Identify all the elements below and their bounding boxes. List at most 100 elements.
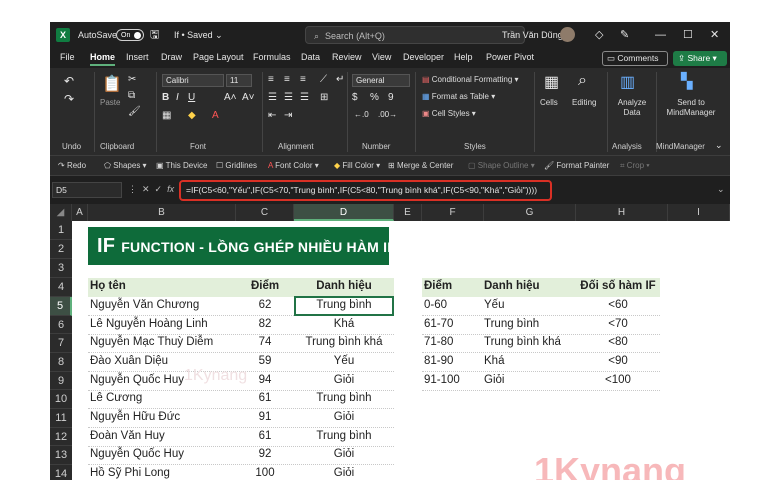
align-middle-icon[interactable]: ≡ [284,74,290,85]
select-all-corner[interactable]: ◢ [50,204,72,221]
col-header-h[interactable]: H [576,204,668,221]
row-header-3[interactable]: 3 [50,259,72,278]
col-header-d[interactable]: D [294,204,394,221]
decrease-decimal-icon[interactable]: .00→ [378,110,397,119]
avatar[interactable] [560,27,575,42]
currency-icon[interactable]: $ [352,92,358,103]
row-header-7[interactable]: 7 [50,334,72,353]
grow-font-icon[interactable]: A˄ [224,92,237,103]
qa-this-device[interactable]: ▣ This Device [156,161,207,170]
ref-header-cell[interactable]: Đối số hàm IF [576,280,660,292]
row-header-4[interactable]: 4 [50,278,72,297]
undo-icon[interactable]: ↶ [64,74,74,88]
font-size-select[interactable]: 11 [226,74,252,87]
row-header-14[interactable]: 14 [50,465,72,480]
ref-table-cell[interactable]: Trung bình khá [484,336,576,348]
name-box[interactable]: D5 [52,182,122,198]
main-table-cell[interactable]: Nguyễn Hữu Đức [90,411,236,423]
format-as-table-button[interactable]: ▦ Format as Table ▾ [422,92,495,101]
send-to-mindmanager-button[interactable]: Send to MindManager [658,98,724,118]
row-header-1[interactable]: 1 [50,221,72,240]
ref-table-cell[interactable]: 61-70 [424,318,484,330]
main-header-cell[interactable]: Điểm [236,280,294,292]
col-header-i[interactable]: I [668,204,730,221]
formula-input[interactable]: =IF(C5<60,"Yếu",IF(C5<70,"Trung bình",IF… [179,180,552,201]
ref-table-cell[interactable]: 0-60 [424,299,484,311]
main-table-cell[interactable]: Nguyễn Văn Chương [90,299,236,311]
main-header-cell[interactable]: Họ tên [90,280,236,292]
save-icon[interactable]: 🖫 [150,22,159,48]
qa-crop[interactable]: ⌗ Crop ▾ [620,161,650,171]
col-header-c[interactable]: C [236,204,294,221]
ref-table-cell[interactable]: <70 [576,318,660,330]
row-header-12[interactable]: 12 [50,428,72,446]
format-painter-icon[interactable]: 🖌 [128,106,141,117]
tab-formulas[interactable]: Formulas [253,52,291,62]
qa-format-painter[interactable]: 🖌 Format Painter [544,161,609,170]
analyze-data-icon[interactable]: ▥ [620,72,635,92]
number-format-select[interactable]: General [352,74,410,87]
row-header-2[interactable]: 2 [50,240,72,259]
ref-table-cell[interactable]: <60 [576,299,660,311]
main-table-cell[interactable]: Trung bình khá [294,336,394,348]
tab-home[interactable]: Home [90,52,116,66]
row-header-6[interactable]: 6 [50,316,72,334]
ref-table-cell[interactable]: Khá [484,355,576,367]
main-table-cell[interactable]: 61 [236,392,294,404]
italic-icon[interactable]: I [176,92,179,103]
bold-icon[interactable]: B [162,92,169,103]
maximize-icon[interactable]: ☐ [683,22,693,48]
tab-review[interactable]: Review [332,52,362,62]
row-header-5[interactable]: 5 [50,297,72,316]
tab-help[interactable]: Help [454,52,473,62]
diamond-icon[interactable]: ◇ [595,22,603,48]
ref-header-cell[interactable]: Điểm [424,280,484,292]
borders-icon[interactable]: ▦ [162,110,171,121]
main-table-cell[interactable]: 82 [236,318,294,330]
main-table-cell[interactable]: Giỏi [294,467,394,479]
main-table-cell[interactable]: Lê Cương [90,392,236,404]
selected-cell-d5[interactable] [294,296,394,316]
comments-button[interactable]: ▭ Comments [602,51,668,66]
cells-button[interactable]: Cells [540,98,558,107]
main-table-cell[interactable]: 92 [236,448,294,460]
copy-icon[interactable]: ⧉ [128,90,135,101]
ref-table-cell[interactable]: <100 [576,374,660,386]
row-header-10[interactable]: 10 [50,390,72,409]
paste-label[interactable]: Paste [100,98,120,107]
paste-icon[interactable]: 📋 [102,74,122,94]
conditional-formatting-button[interactable]: ▤ Conditional Formatting ▾ [422,75,519,84]
main-table-cell[interactable]: Trung bình [294,392,394,404]
cells-icon[interactable]: ▦ [544,72,559,92]
main-table-cell[interactable]: Giỏi [294,374,394,386]
font-color-icon[interactable]: A [212,110,219,121]
redo-icon[interactable]: ↷ [64,92,74,106]
tab-insert[interactable]: Insert [126,52,149,62]
qa-shapes[interactable]: ⬠ Shapes ▾ [104,161,147,170]
fill-color-icon[interactable]: ◆ [188,110,196,121]
orientation-icon[interactable]: ⟋ [320,74,327,85]
user-name[interactable]: Trần Văn Dũng [502,22,563,48]
col-header-f[interactable]: F [422,204,484,221]
ref-table-cell[interactable]: <90 [576,355,660,367]
comma-icon[interactable]: 9 [388,92,394,103]
main-table-cell[interactable]: Khá [294,318,394,330]
tab-draw[interactable]: Draw [161,52,182,62]
close-icon[interactable]: ✕ [710,22,719,48]
underline-icon[interactable]: U [188,92,195,103]
increase-indent-icon[interactable]: ⇥ [284,110,292,121]
qa-shape-outline[interactable]: ▢ Shape Outline ▾ [468,161,535,170]
ref-table-cell[interactable]: 81-90 [424,355,484,367]
cut-icon[interactable]: ✂ [128,74,136,85]
row-header-11[interactable]: 11 [50,409,72,428]
worksheet[interactable]: IF FUNCTION - LỒNG GHÉP NHIỀU HÀM IF Họ … [72,221,730,480]
main-table-cell[interactable]: Giỏi [294,411,394,423]
tab-data[interactable]: Data [301,52,320,62]
align-bottom-icon[interactable]: ≡ [300,74,306,85]
align-right-icon[interactable]: ☰ [300,92,309,103]
autosave-toggle[interactable]: On [116,29,144,41]
main-table-cell[interactable]: Trung bình [294,430,394,442]
main-table-cell[interactable]: Hồ Sỹ Phi Long [90,467,236,479]
main-table-cell[interactable]: 59 [236,355,294,367]
qa-font-color[interactable]: A Font Color ▾ [268,161,319,170]
